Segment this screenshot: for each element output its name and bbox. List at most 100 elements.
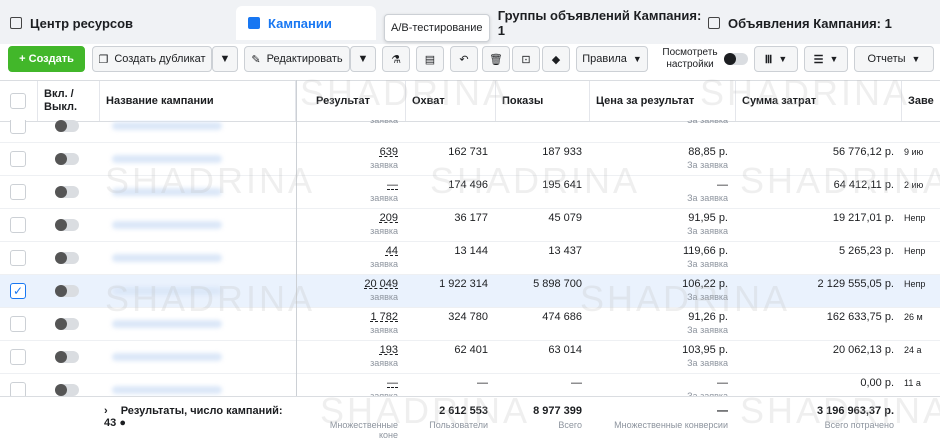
tag-button[interactable]: ◆ xyxy=(542,46,570,72)
row-checkbox[interactable]: ✓ xyxy=(10,283,26,299)
campaign-name-redacted[interactable] xyxy=(112,155,222,163)
result-cell[interactable]: 20 049 заявка xyxy=(310,275,406,307)
duplicate-button[interactable]: ❐ Создать дубликат xyxy=(92,46,212,72)
row-checkbox[interactable] xyxy=(10,250,26,266)
table-row[interactable]: 209 заявка 36 177 45 079 91,95 р. За зая… xyxy=(0,209,940,242)
campaign-toggle[interactable] xyxy=(55,120,79,132)
result-value[interactable]: 44 xyxy=(386,245,398,257)
row-checkbox[interactable] xyxy=(10,316,26,332)
chevron-down-icon: ▼ xyxy=(357,53,369,65)
row-checkbox[interactable] xyxy=(10,184,26,200)
campaign-toggle[interactable] xyxy=(55,252,79,264)
result-cell[interactable]: 44 заявка xyxy=(310,242,406,274)
result-sub: заявка xyxy=(370,259,398,269)
tab-campaigns[interactable]: Кампании xyxy=(236,6,376,40)
row-checkbox[interactable] xyxy=(10,217,26,233)
delete-button[interactable]: 🗑 xyxy=(482,46,510,72)
result-cell[interactable]: — заявка xyxy=(310,176,406,208)
footer-reach: 2 612 553 Пользователи xyxy=(406,397,496,444)
header-cost-per-result[interactable]: Цена за результат xyxy=(590,81,736,121)
campaign-name-redacted[interactable] xyxy=(112,221,222,229)
result-value[interactable]: 1 782 xyxy=(370,311,398,323)
tab-ads[interactable]: Объявления Кампания: 1 xyxy=(708,6,938,40)
footer-summary[interactable]: › Результаты, число кампаний: 43 ● xyxy=(100,397,296,444)
duplicate-dropdown[interactable]: ▼ xyxy=(212,46,238,72)
result-cell[interactable]: заявка xyxy=(310,120,406,142)
create-button[interactable]: + Создать xyxy=(8,46,85,72)
result-value[interactable]: — xyxy=(387,377,398,389)
footer-impressions: 8 977 399 Всего xyxy=(496,397,590,444)
result-value[interactable]: 209 xyxy=(380,212,398,224)
footer-spend-value: 3 196 963,37 р. xyxy=(816,405,894,417)
result-cell[interactable]: — заявка xyxy=(310,374,406,396)
result-value[interactable]: 639 xyxy=(380,146,398,158)
edit-dropdown[interactable]: ▼ xyxy=(350,46,376,72)
impressions-cell: 195 641 xyxy=(542,179,582,191)
campaign-toggle[interactable] xyxy=(55,384,79,396)
row-checkbox[interactable] xyxy=(10,120,26,134)
header-campaign-name[interactable]: Название кампании xyxy=(100,81,296,121)
reach-cell: 324 780 xyxy=(448,311,488,323)
clipboard-button[interactable]: ▤ xyxy=(416,46,444,72)
header-end[interactable]: Заве xyxy=(902,81,940,121)
end-date-cell: Непр xyxy=(904,246,926,256)
table-row[interactable]: — заявка — — — За заявка 0,00 р. 11 а xyxy=(0,374,940,396)
cpr-sub: За заявка xyxy=(687,292,728,302)
select-all-checkbox[interactable] xyxy=(10,93,26,109)
table-row[interactable]: заявка За заявка xyxy=(0,120,940,143)
campaign-toggle[interactable] xyxy=(55,351,79,363)
campaign-toggle[interactable] xyxy=(55,285,79,297)
result-value[interactable]: 20 049 xyxy=(364,278,398,290)
ab-test-button[interactable]: ⚗ xyxy=(382,46,410,72)
cpr-sub: За заявка xyxy=(687,160,728,170)
undo-button[interactable]: ↶ xyxy=(450,46,478,72)
campaign-toggle[interactable] xyxy=(55,219,79,231)
cost-per-result-cell: — За заявка xyxy=(590,374,736,396)
duplicate-label: Создать дубликат xyxy=(114,53,206,65)
preview-icon: ⊡ xyxy=(521,53,531,66)
tab-resource-center[interactable]: Центр ресурсов xyxy=(10,6,220,40)
view-settings-toggle[interactable] xyxy=(724,53,748,65)
amount-spent-cell: 64 412,11 р. xyxy=(833,179,894,191)
result-cell[interactable]: 209 заявка xyxy=(310,209,406,241)
preview-button[interactable]: ⊡ xyxy=(512,46,540,72)
columns-button[interactable]: Ⅲ ▼ xyxy=(754,46,798,72)
row-checkbox[interactable] xyxy=(10,349,26,365)
row-checkbox[interactable] xyxy=(10,151,26,167)
campaign-toggle[interactable] xyxy=(55,186,79,198)
campaign-name-redacted[interactable] xyxy=(112,320,222,328)
campaign-toggle[interactable] xyxy=(55,153,79,165)
columns-icon: Ⅲ xyxy=(764,53,773,66)
campaign-name-redacted[interactable] xyxy=(112,353,222,361)
table-row[interactable]: — заявка 174 496 195 641 — За заявка 64 … xyxy=(0,176,940,209)
edit-button[interactable]: ✎ Редактировать xyxy=(244,46,350,72)
table-row[interactable]: 44 заявка 13 144 13 437 119,66 р. За зая… xyxy=(0,242,940,275)
header-reach[interactable]: Охват xyxy=(406,81,496,121)
header-amount-spent[interactable]: Сумма затрат xyxy=(736,81,902,121)
campaign-name-redacted[interactable] xyxy=(112,386,222,394)
table-row[interactable]: ✓ 20 049 заявка 1 922 314 5 898 700 106,… xyxy=(0,275,940,308)
result-value[interactable]: — xyxy=(387,179,398,191)
row-checkbox[interactable] xyxy=(10,382,26,396)
campaign-name-redacted[interactable] xyxy=(112,188,222,196)
result-cell[interactable]: 193 заявка xyxy=(310,341,406,373)
edit-label: Редактировать xyxy=(266,53,343,65)
result-cell[interactable]: 1 782 заявка xyxy=(310,308,406,340)
table-row[interactable]: 639 заявка 162 731 187 933 88,85 р. За з… xyxy=(0,143,940,176)
breakdown-button[interactable]: ☰ ▼ xyxy=(804,46,848,72)
reports-button[interactable]: Отчеты ▼ xyxy=(854,46,934,72)
chevron-right-icon: › xyxy=(104,405,108,417)
campaign-name-redacted[interactable] xyxy=(112,287,222,295)
header-result[interactable]: Результат xyxy=(310,81,406,121)
tab-ad-sets[interactable]: Группы объявлений Кампания: 1 xyxy=(478,6,708,40)
campaign-toggle[interactable] xyxy=(55,318,79,330)
campaign-name-redacted[interactable] xyxy=(112,122,222,130)
table-row[interactable]: 1 782 заявка 324 780 474 686 91,26 р. За… xyxy=(0,308,940,341)
campaign-name-redacted[interactable] xyxy=(112,254,222,262)
table-row[interactable]: 193 заявка 62 401 63 014 103,95 р. За за… xyxy=(0,341,940,374)
rules-button[interactable]: Правила ▼ xyxy=(576,46,648,72)
header-onoff[interactable]: Вкл. / Выкл. xyxy=(38,81,100,121)
result-value[interactable]: 193 xyxy=(380,344,398,356)
result-cell[interactable]: 639 заявка xyxy=(310,143,406,175)
header-impressions[interactable]: Показы xyxy=(496,81,590,121)
